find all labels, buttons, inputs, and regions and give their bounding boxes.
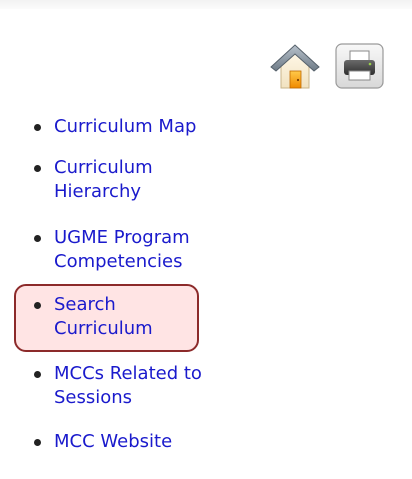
bullet-icon [34,235,41,242]
top-strip [0,0,412,9]
curriculum-hierarchy-link[interactable]: Curriculum Hierarchy [54,156,194,204]
bullet-icon [34,165,41,172]
curriculum-map-link[interactable]: Curriculum Map [54,115,244,139]
home-icon[interactable] [269,40,321,92]
bullet-icon [34,371,41,378]
mccs-related-to-sessions-link[interactable]: MCCs Related to Sessions [54,362,244,410]
bullet-icon [34,124,41,131]
ugme-program-competencies-link[interactable]: UGME Program Competencies [54,226,224,274]
print-icon[interactable] [335,43,384,89]
page: Curriculum Map Curriculum Hierarchy UGME… [0,0,412,479]
bullet-icon [34,439,41,446]
search-curriculum-link[interactable]: Search Curriculum [54,293,174,341]
bullet-icon [34,302,41,309]
mcc-website-link[interactable]: MCC Website [54,430,244,454]
